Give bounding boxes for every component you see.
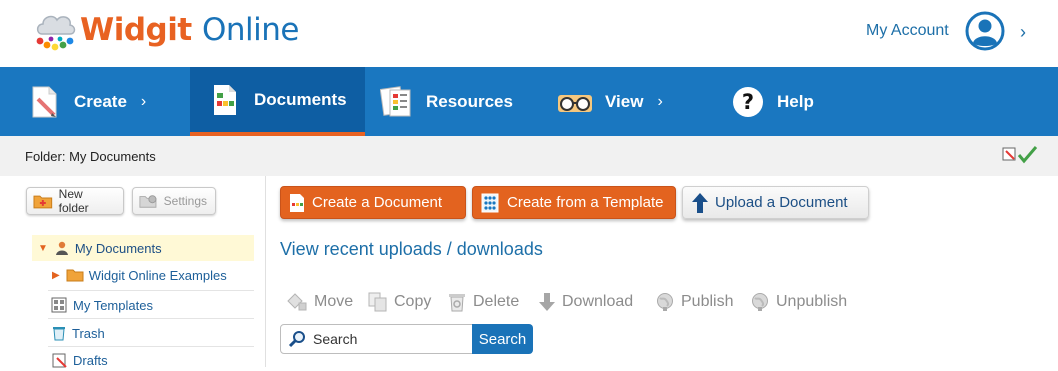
divider: [48, 290, 254, 291]
tree-my-documents[interactable]: ▼ My Documents: [32, 235, 254, 261]
download-button[interactable]: Download: [538, 292, 633, 312]
tree-drafts[interactable]: Drafts: [52, 349, 108, 371]
nav-help-label: Help: [777, 91, 814, 111]
copy-label: Copy: [394, 293, 432, 310]
help-icon: ?: [731, 85, 765, 119]
tree-label: Trash: [72, 325, 105, 341]
header: Widgit Online My Account ›: [0, 0, 1058, 67]
settings-button[interactable]: Settings: [132, 187, 216, 215]
trash-icon: [53, 327, 65, 341]
tree-label: Drafts: [73, 352, 108, 368]
nav-create-label: Create: [74, 91, 127, 111]
caret-down-icon[interactable]: ▼: [38, 243, 48, 254]
download-arrow-icon: [538, 292, 556, 312]
move-button[interactable]: Move: [286, 292, 353, 312]
create-from-template-button[interactable]: Create from a Template: [472, 186, 676, 219]
tree-widgit-online-examples[interactable]: ▶ Widgit Online Examples: [52, 264, 227, 286]
tree-my-templates[interactable]: My Templates: [51, 294, 153, 316]
upload-document-button[interactable]: Upload a Document: [682, 186, 869, 219]
user-folder-icon: [55, 241, 68, 255]
logo-wordmark: Widgit Online: [80, 12, 299, 48]
search-button[interactable]: Search: [472, 324, 533, 354]
tree-label: My Templates: [73, 297, 153, 313]
document-icon: [290, 193, 304, 212]
nav-view[interactable]: View ›: [557, 67, 697, 136]
chevron-right-icon: ›: [657, 92, 663, 110]
new-folder-icon: [33, 195, 53, 209]
search-field[interactable]: Search: [280, 324, 473, 354]
template-grid-icon: [481, 193, 499, 212]
templates-icon: [51, 297, 67, 313]
create-document-button[interactable]: Create a Document: [280, 186, 466, 219]
unpublish-label: Unpublish: [776, 293, 848, 310]
nav-resources[interactable]: Resources: [380, 67, 540, 136]
svg-text:?: ?: [742, 90, 754, 114]
nav-documents-label: Documents: [254, 89, 347, 109]
folder-path: Folder: My Documents: [25, 149, 156, 164]
recycle-bin-icon: [447, 292, 467, 312]
publish-label: Publish: [681, 293, 734, 310]
settings-label: Settings: [163, 194, 207, 208]
nav-help[interactable]: ? Help: [731, 67, 851, 136]
tree-label: Widgit Online Examples: [88, 267, 227, 283]
nav-view-label: View: [605, 91, 644, 111]
unpublish-button[interactable]: Unpublish: [750, 292, 847, 312]
recent-uploads-link[interactable]: View recent uploads / downloads: [280, 239, 543, 260]
upload-arrow-icon: [692, 192, 708, 213]
chevron-right-icon[interactable]: ›: [1020, 22, 1026, 43]
folder-icon: [66, 269, 84, 282]
copy-icon: [368, 292, 388, 312]
create-document-label: Create a Document: [312, 194, 443, 211]
logo-brand: Widgit: [80, 12, 192, 48]
globe-icon: [655, 292, 675, 312]
search-icon: [288, 331, 305, 348]
glasses-icon: [557, 85, 593, 119]
divider: [48, 318, 254, 319]
publish-button[interactable]: Publish: [655, 292, 733, 312]
document-icon: [208, 83, 242, 117]
settings-gear-icon: [139, 195, 157, 208]
copy-button[interactable]: Copy: [368, 292, 431, 312]
globe-icon: [750, 292, 770, 312]
nav-create[interactable]: Create ›: [0, 67, 190, 136]
folder-tree-panel: New folder Settings ▼ My Documents ▶ Wid…: [0, 176, 266, 368]
delete-label: Delete: [473, 293, 520, 310]
check-icon[interactable]: [1017, 146, 1038, 164]
nav-documents[interactable]: Documents: [190, 67, 365, 136]
move-label: Move: [314, 293, 354, 310]
logo-cloud-icon: [36, 15, 76, 51]
pencil-page-icon: [28, 85, 62, 119]
chevron-right-icon: ›: [140, 92, 147, 110]
logo-suffix: Online: [201, 12, 300, 48]
new-folder-label: New folder: [58, 187, 89, 215]
resources-icon: [380, 85, 414, 119]
widgit-online-logo[interactable]: Widgit Online: [34, 6, 299, 58]
nav-resources-label: Resources: [426, 91, 513, 111]
folder-status-icons: [1002, 146, 1038, 169]
account-avatar-icon[interactable]: [965, 11, 1005, 51]
delete-button[interactable]: Delete: [447, 292, 519, 312]
tree-trash[interactable]: Trash: [52, 322, 105, 344]
download-label: Download: [562, 293, 634, 310]
my-account-link[interactable]: My Account: [866, 22, 949, 40]
create-template-label: Create from a Template: [507, 194, 664, 211]
folder-bar: Folder: My Documents: [0, 136, 1058, 176]
upload-label: Upload a Document: [715, 194, 848, 211]
drafts-icon: [52, 353, 67, 368]
tree-label: My Documents: [74, 240, 162, 256]
new-folder-button[interactable]: New folder: [26, 187, 124, 215]
caret-right-icon[interactable]: ▶: [52, 270, 60, 281]
search-input[interactable]: Search: [313, 331, 357, 347]
edit-symbols-icon[interactable]: [1002, 147, 1016, 161]
divider: [48, 346, 254, 347]
move-icon: [286, 292, 308, 312]
main-nav: Create › Documents Resources View › ? He…: [0, 67, 1058, 136]
